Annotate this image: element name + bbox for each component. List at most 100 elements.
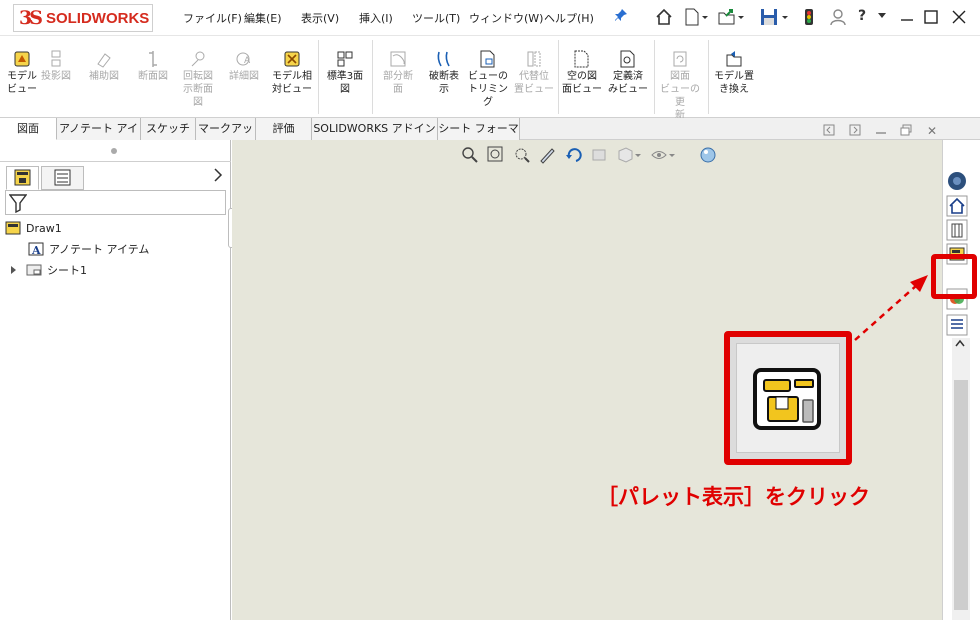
tool-predefined-view[interactable]: 定義済 みビュー xyxy=(606,50,650,96)
traffic-light-icon[interactable] xyxy=(804,8,814,26)
tool-replace-model[interactable]: モデル置 き換え xyxy=(710,50,758,96)
menu-edit[interactable]: 編集(E) xyxy=(244,10,282,26)
restore-right-icon[interactable] xyxy=(849,124,861,139)
help-icon[interactable]: ? xyxy=(858,8,866,24)
tool-label: 投影図 xyxy=(41,71,71,82)
view-orientation-icon[interactable] xyxy=(616,145,641,165)
annotation-icon: A xyxy=(28,242,44,256)
drawing-document-icon xyxy=(5,221,21,235)
tab-drawing[interactable]: 図面 xyxy=(0,118,57,140)
callout-text: ［パレット表示］をクリック xyxy=(597,485,870,509)
tool-auxiliary-view[interactable]: 補助図 xyxy=(84,50,124,83)
design-library-icon[interactable] xyxy=(945,195,969,217)
standard-3-view-icon xyxy=(336,50,354,68)
projected-view-icon xyxy=(47,50,65,68)
tool-relative-view[interactable]: モデル相 対ビュー xyxy=(270,50,314,96)
tree-item-label: アノテート アイテム xyxy=(49,243,150,256)
tool-crop-view[interactable]: ビューの トリミング xyxy=(466,50,510,109)
scrollbar-thumb[interactable] xyxy=(954,380,968,610)
rotate-view-icon[interactable] xyxy=(564,145,584,165)
tab-sheet-format[interactable]: シート フォーマット xyxy=(438,118,520,156)
doc-maximize-icon[interactable] xyxy=(900,124,912,139)
broken-out-section-icon xyxy=(389,50,407,68)
tree-filter-field[interactable] xyxy=(5,190,226,215)
open-icon[interactable] xyxy=(718,8,744,26)
tab-sketch[interactable]: スケッチ xyxy=(141,118,196,140)
tree-root-label: Draw1 xyxy=(26,221,62,235)
menu-view[interactable]: 表示(V) xyxy=(301,10,339,26)
solidworks-resources-icon[interactable] xyxy=(945,170,969,192)
tab-evaluate[interactable]: 評価 xyxy=(256,118,312,140)
tree-item-annotations[interactable]: A アノテート アイテム xyxy=(28,241,149,257)
tool-revolved-section[interactable]: 回転図 示断面 図 xyxy=(178,50,218,109)
zoom-to-fit-icon[interactable] xyxy=(460,145,480,165)
tab-annotation[interactable]: アノテート アイテム xyxy=(57,118,141,156)
menu-file[interactable]: ファイル(F) xyxy=(183,10,242,26)
replace-model-icon xyxy=(725,50,743,68)
section-view-icon xyxy=(144,50,162,68)
highlight-box-small xyxy=(931,254,977,299)
custom-properties-icon[interactable] xyxy=(945,314,969,336)
solidworks-logo[interactable]: 3S SOLIDWORKS xyxy=(13,4,153,32)
menu-help[interactable]: ヘルプ(H) xyxy=(544,10,594,26)
restore-left-icon[interactable] xyxy=(823,124,835,139)
ribbon-separator xyxy=(318,40,319,114)
save-icon[interactable] xyxy=(760,8,788,26)
minimize-window-icon[interactable] xyxy=(900,10,914,24)
tool-break-view[interactable]: 破断表 示 xyxy=(424,50,464,96)
sketch-tool-icon[interactable] xyxy=(538,145,558,165)
tool-label: 標準3面 図 xyxy=(326,71,364,95)
tool-projected-view[interactable]: 投影図 xyxy=(36,50,76,83)
tree-item-sheet[interactable]: シート1 xyxy=(10,262,87,278)
predefined-view-icon xyxy=(619,50,637,68)
menu-insert[interactable]: 挿入(I) xyxy=(359,10,393,26)
app-name: SOLIDWORKS xyxy=(45,9,150,27)
tool-alternate-position[interactable]: 代替位 置ビュー xyxy=(512,50,556,96)
tab-feature-manager[interactable] xyxy=(6,166,39,190)
hide-show-items-icon[interactable] xyxy=(650,145,675,165)
detail-view-icon: A xyxy=(235,50,253,68)
break-view-icon xyxy=(435,50,453,68)
doc-minimize-icon[interactable] xyxy=(875,124,887,139)
expand-arrow-icon[interactable] xyxy=(10,265,18,275)
tool-section-view[interactable]: 断面図 xyxy=(133,50,173,83)
empty-view-icon xyxy=(573,50,591,68)
panel-grip-dot[interactable] xyxy=(111,148,117,154)
user-icon[interactable] xyxy=(830,8,846,26)
sheet-icon xyxy=(26,264,42,276)
tool-empty-view[interactable]: 空の図 面ビュー xyxy=(560,50,604,96)
tool-update-views[interactable]: 図面 ビューの更 新 xyxy=(656,50,704,122)
ribbon-separator xyxy=(654,40,655,114)
feature-manager-icon xyxy=(14,169,31,186)
new-document-icon[interactable] xyxy=(684,8,708,26)
home-icon[interactable] xyxy=(655,8,673,26)
file-explorer-icon[interactable] xyxy=(945,219,969,241)
tab-property-manager[interactable] xyxy=(41,166,84,190)
title-bar: 3S SOLIDWORKS ファイル(F) 編集(E) 表示(V) 挿入(I) … xyxy=(0,0,980,36)
zoom-to-area-icon[interactable] xyxy=(486,145,506,165)
menu-window[interactable]: ウィンドウ(W) xyxy=(469,10,543,26)
tool-broken-out-section[interactable]: 部分断 面 xyxy=(378,50,418,96)
doc-close-icon[interactable]: ✕ xyxy=(927,124,937,138)
tree-root-drawing[interactable]: Draw1 xyxy=(5,220,62,236)
maximize-window-icon[interactable] xyxy=(924,10,938,24)
zoomed-view-palette-button xyxy=(736,343,840,453)
close-window-icon[interactable] xyxy=(952,10,966,24)
tool-label: 図面 ビューの更 新 xyxy=(660,71,700,121)
pin-icon[interactable] xyxy=(614,8,628,22)
appearance-sphere-icon[interactable] xyxy=(698,145,718,165)
tab-markup[interactable]: マークアップ xyxy=(196,118,256,156)
panel-expand-chevron-icon[interactable] xyxy=(213,168,223,186)
previous-view-icon[interactable] xyxy=(512,145,532,165)
menu-tools[interactable]: ツール(T) xyxy=(412,10,460,26)
tool-label: 断面図 xyxy=(138,71,168,82)
tab-addins[interactable]: SOLIDWORKS アドイン xyxy=(312,118,438,140)
help-dropdown-icon[interactable] xyxy=(878,13,886,19)
display-style-icon[interactable] xyxy=(590,145,610,165)
filter-icon xyxy=(8,194,28,214)
tool-label: 空の図 面ビュー xyxy=(562,71,602,95)
tool-standard-3-view[interactable]: 標準3面 図 xyxy=(322,50,368,96)
scroll-up-arrow-icon[interactable] xyxy=(955,339,965,350)
alternate-position-icon xyxy=(525,50,543,68)
tool-detail-view[interactable]: A 詳細図 xyxy=(224,50,264,83)
